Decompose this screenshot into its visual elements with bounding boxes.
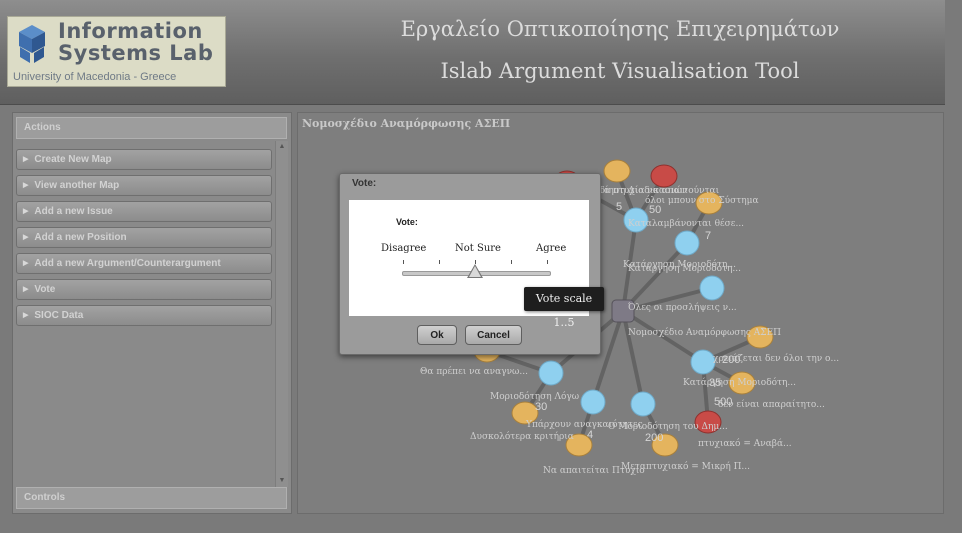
position-node[interactable] (538, 360, 564, 386)
slider-tick (511, 260, 512, 264)
slider-tick (439, 260, 440, 264)
graph-edge[interactable] (621, 310, 645, 405)
menu-item-vote[interactable]: ▶ Vote (16, 279, 272, 300)
menu-scrollbar[interactable]: ▲ ▼ (275, 141, 288, 487)
vote-slider-thumb[interactable] (467, 264, 483, 278)
ok-button[interactable]: Ok (417, 325, 457, 345)
position-node[interactable] (630, 391, 656, 417)
node-label: Κατάργηση Μοριοδότη... (628, 263, 741, 274)
scale-label-disagree: Disagree (381, 243, 427, 254)
vote-count-label: 4 (587, 429, 593, 441)
expand-triangle-icon: ▶ (23, 182, 29, 189)
menu-item-create-new-map[interactable]: ▶ Create New Map (16, 149, 272, 170)
menu-item-label: Add a new Argument/Counterargument (34, 258, 221, 269)
node-label: Ο Μοριοδότηση του Δημ... (608, 421, 728, 432)
con-argument-bubble[interactable] (650, 164, 678, 188)
vote-count-label: 5 (616, 201, 622, 213)
node-label: πτυχιακό = Αναβά... (698, 438, 792, 449)
menu-item-view-another-map[interactable]: ▶ View another Map (16, 175, 272, 196)
menu-item-label: Vote (34, 284, 56, 295)
vote-count-label: 50 (649, 204, 661, 216)
scale-label-not-sure: Not Sure (455, 243, 501, 254)
expand-triangle-icon: ▶ (23, 286, 29, 293)
expand-triangle-icon: ▶ (23, 260, 29, 267)
node-label: Κατάργηση Μοριοδότη... (683, 377, 796, 388)
vote-count-label: 200 (645, 432, 663, 444)
node-label: Νομοσχέδιο Αναμόρφωσης ΑΣΕΠ (628, 327, 781, 338)
slider-tick (403, 260, 404, 264)
menu-item-label: SIOC Data (34, 310, 84, 321)
logo-text-line3: University of Macedonia - Greece (13, 71, 177, 83)
node-label: Θα πρέπει να αναγνω... (420, 366, 528, 377)
expand-triangle-icon: ▶ (23, 156, 29, 163)
expand-triangle-icon: ▶ (23, 234, 29, 241)
vote-count-label: 7 (705, 230, 711, 242)
menu-item-add-argument[interactable]: ▶ Add a new Argument/Counterargument (16, 253, 272, 274)
vote-label: Vote: (396, 217, 418, 227)
position-node[interactable] (690, 349, 716, 375)
node-label: Όλες οι προσλήψεις ν... (628, 302, 737, 313)
menu-item-add-issue[interactable]: ▶ Add a new Issue (16, 201, 272, 222)
vote-count-label: 200 (722, 354, 740, 366)
menu-item-label: Create New Map (34, 154, 112, 165)
controls-panel-header[interactable]: Controls (16, 487, 287, 509)
scroll-down-icon[interactable]: ▼ (276, 475, 288, 487)
expand-triangle-icon: ▶ (23, 208, 29, 215)
position-node[interactable] (580, 389, 606, 415)
scroll-up-icon[interactable]: ▲ (276, 141, 288, 153)
actions-panel-header[interactable]: Actions (16, 117, 287, 139)
logo-text-line2: Systems Lab (58, 41, 214, 65)
node-label: Καταλαμβάνονται θέσε... (628, 218, 744, 229)
vote-count-label: 500 (714, 396, 732, 408)
position-node[interactable] (699, 275, 725, 301)
cancel-button[interactable]: Cancel (465, 325, 522, 345)
left-panel: Actions ▶ Create New Map ▶ View another Ma… (12, 112, 292, 514)
slider-tooltip: Vote scale 1..5 (524, 287, 604, 329)
pro-argument-bubble[interactable] (603, 159, 631, 183)
logo-text-line1: Information (58, 19, 203, 43)
node-label: δεν είναι απαραίτητο... (718, 399, 825, 410)
menu-item-label: View another Map (34, 180, 120, 191)
cube-logo-icon (19, 25, 45, 63)
dialog-title: Vote: (352, 178, 377, 189)
node-label: Τα πτυχία να απαιτούνται (598, 185, 720, 196)
menu-item-label: Add a new Issue (34, 206, 113, 217)
app-title-greek: Εργαλείο Οπτικοποίησης Επιχειρημάτων (400, 17, 840, 41)
expand-triangle-icon: ▶ (23, 312, 29, 319)
position-node[interactable] (674, 230, 700, 256)
slider-tick (547, 260, 548, 264)
app-title-english: Islab Argument Visualisation Tool (440, 59, 800, 83)
actions-menu: ▶ Create New Map ▶ View another Map ▶ Add a… (16, 149, 272, 331)
menu-item-label: Add a new Position (34, 232, 127, 243)
scale-label-agree: Agree (536, 243, 567, 254)
vote-count-label: 30 (535, 401, 547, 413)
menu-item-add-position[interactable]: ▶ Add a new Position (16, 227, 272, 248)
app-header: Information Systems Lab University of Ma… (0, 0, 945, 105)
islab-logo: Information Systems Lab University of Ma… (7, 16, 226, 87)
node-label: Μεταπτυχιακό = Μικρή Π... (621, 461, 750, 472)
node-label: Δυσκολότερα κριτήρια (470, 431, 574, 442)
vote-count-label: 35 (709, 377, 721, 389)
menu-item-sioc-data[interactable]: ▶ SIOC Data (16, 305, 272, 326)
node-label: όλοι μπουν στο Σύστημα (645, 195, 759, 206)
